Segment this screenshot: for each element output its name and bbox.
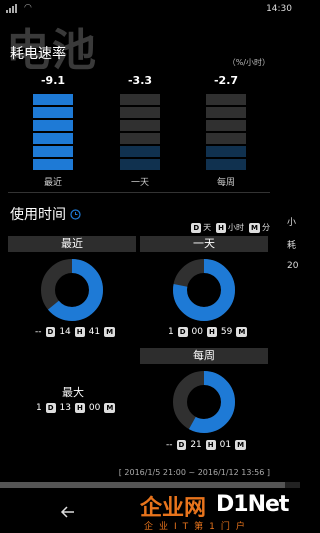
drain-bar-segment [120,146,160,157]
watermark-main-text: 企业网 [140,496,207,521]
next-page-peek[interactable]: 小 耗 20 [287,215,300,465]
max-minutes: 00 [88,403,101,413]
day-duration: 1D 00 H 59 M [168,327,249,337]
drain-bar-segment [33,94,73,105]
max-usage-label: 最大 [62,386,84,399]
day-key: D [177,327,188,337]
drain-bar-segment [206,120,246,131]
hour-legend-label: 小时 [228,223,245,232]
week-days: -- [166,440,173,450]
minute-key: M [236,327,248,337]
max-days: 1 [36,403,42,413]
recent-minutes: 41 [88,327,101,337]
signal-icon [6,3,18,13]
drain-rate-chart: -9.1 最近 -3.3 一天 -2.7 每周 [33,74,246,188]
minute-key: M [104,403,116,413]
drain-bar-segment [206,159,246,170]
peek-line: 耗 [287,241,297,251]
drain-period-label: 最近 [44,176,62,188]
watermark-sub-text: 企业IT第1门户 [144,522,251,532]
day-key: D [191,223,202,233]
minute-legend-label: 分 [262,223,270,232]
recent-usage-donut [41,259,103,321]
drain-bar-segment [120,107,160,118]
drain-period-label: 一天 [131,178,149,188]
drain-value-label: -9.1 [41,74,65,87]
drain-bar-segment [206,94,246,105]
section-divider [8,192,270,193]
drain-bar-segment [120,133,160,144]
drain-bar-segment [33,159,73,170]
day-days: 1 [168,327,174,337]
panel-week-title: 每周 [140,348,268,364]
recent-duration: -- D 14 H 41 M [35,327,117,337]
watermark-net-text: D1Net [216,492,289,517]
drain-period-label: 每周 [217,176,235,188]
hour-key: H [207,327,217,337]
day-usage-donut [173,259,235,321]
drain-bar-segment [120,159,160,170]
time-unit-legend: D天 H 小时 M分 [191,222,270,233]
data-range: [ 2016/1/5 21:00 ~ 2016/1/12 13:56 ] [118,468,270,477]
week-minutes: 01 [219,440,232,450]
minute-key: M [235,440,247,450]
day-minutes: 59 [220,327,233,337]
recent-days: -- [35,327,42,337]
recent-hours: 14 [59,327,71,337]
drain-bar-segment [206,146,246,157]
drain-bar-segment [33,133,73,144]
day-key: D [45,403,56,413]
drain-bar-segment [206,133,246,144]
max-duration: 1D 13 H 00 M [36,403,117,413]
drain-bar-segment [120,94,160,105]
watermark-logo: 企业网 D1Net 企业IT第1门户 [140,490,300,533]
minute-key: M [104,327,116,337]
day-legend-label: 天 [203,223,212,232]
clock-icon[interactable] [70,208,81,220]
drain-bar-segment [120,120,160,131]
day-key: D [176,440,187,450]
peek-line: 小 [287,218,297,228]
back-arrow-icon[interactable] [58,502,78,522]
drain-bar-segment [33,120,73,131]
wifi-icon: ◠ [24,3,32,13]
drain-value-label: -2.7 [214,74,238,87]
week-usage-donut [173,371,235,433]
hour-key: H [74,327,85,337]
peek-line: 20 [287,261,299,271]
hour-key: H [205,440,216,450]
panel-day-title: 一天 [140,236,268,252]
status-time: 14:30 [266,4,292,14]
drain-rate-title: 耗电速率 [10,46,66,62]
hour-key: H [216,223,227,233]
day-hours: 00 [191,327,203,337]
usage-time-title: 使用时间 [10,207,66,223]
drain-bar-segment [33,146,73,157]
drain-rate-unit: （%/小时） [227,58,270,67]
drain-bar-segment [206,107,246,118]
week-duration: -- D 21 H 01 M [166,440,248,450]
status-icons: ◠ [6,3,32,13]
day-key: D [45,327,56,337]
usage-time-header: 使用时间 [10,204,81,224]
drain-value-label: -3.3 [128,74,152,87]
hour-key: H [75,403,85,413]
week-hours: 21 [190,440,202,450]
panel-recent-title: 最近 [8,236,136,252]
drain-bar-segment [33,107,73,118]
max-hours: 13 [59,403,71,413]
minute-key: M [249,223,260,233]
